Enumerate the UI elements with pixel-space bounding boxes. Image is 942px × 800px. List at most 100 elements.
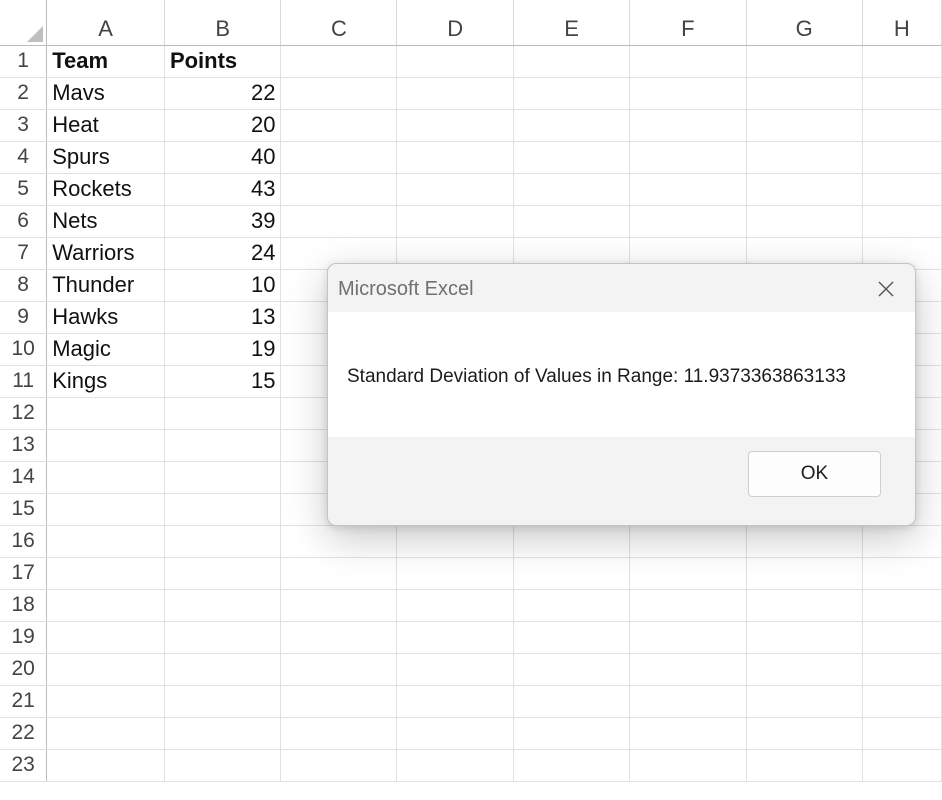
cell-b3[interactable]: 20 [164, 109, 282, 142]
cell-b14[interactable] [164, 461, 282, 494]
cell-b6[interactable]: 39 [164, 205, 282, 238]
cell-empty[interactable] [513, 109, 630, 142]
cell-b19[interactable] [164, 621, 282, 654]
row-header[interactable]: 8 [0, 269, 48, 302]
row-header[interactable]: 10 [0, 333, 48, 366]
cell-empty[interactable] [629, 717, 747, 750]
cell-empty[interactable] [513, 77, 630, 110]
cell-empty[interactable] [746, 749, 863, 782]
cell-empty[interactable] [396, 525, 515, 558]
row-header[interactable]: 4 [0, 141, 48, 174]
cell-a5[interactable]: Rockets [46, 173, 165, 206]
cell-a4[interactable]: Spurs [46, 141, 165, 174]
row-header[interactable]: 3 [0, 109, 48, 142]
cell-empty[interactable] [862, 525, 942, 558]
row-header[interactable]: 17 [0, 557, 48, 590]
cell-empty[interactable] [513, 589, 630, 622]
cell-empty[interactable] [513, 525, 630, 558]
cell-a20[interactable] [46, 653, 165, 686]
cell-empty[interactable] [396, 173, 515, 206]
cell-empty[interactable] [746, 45, 863, 78]
row-header[interactable]: 18 [0, 589, 48, 622]
cell-empty[interactable] [396, 685, 515, 718]
cell-empty[interactable] [280, 717, 398, 750]
cell-empty[interactable] [513, 717, 630, 750]
cell-a18[interactable] [46, 589, 165, 622]
cell-empty[interactable] [513, 557, 630, 590]
cell-empty[interactable] [396, 109, 515, 142]
cell-empty[interactable] [629, 77, 747, 110]
cell-empty[interactable] [746, 717, 863, 750]
row-header[interactable]: 2 [0, 77, 48, 110]
cell-a6[interactable]: Nets [46, 205, 165, 238]
cell-b16[interactable] [164, 525, 282, 558]
cell-empty[interactable] [746, 557, 863, 590]
cell-a11[interactable]: Kings [46, 365, 165, 398]
cell-empty[interactable] [862, 109, 942, 142]
column-header-f[interactable]: F [629, 0, 747, 46]
cell-empty[interactable] [280, 173, 398, 206]
cell-a15[interactable] [46, 493, 165, 526]
row-header[interactable]: 13 [0, 429, 48, 462]
cell-b9[interactable]: 13 [164, 301, 282, 334]
cell-a10[interactable]: Magic [46, 333, 165, 366]
row-header[interactable]: 22 [0, 717, 48, 750]
cell-a8[interactable]: Thunder [46, 269, 165, 302]
cell-empty[interactable] [396, 77, 515, 110]
cell-a1[interactable]: Team [46, 45, 165, 78]
ok-button[interactable]: OK [748, 451, 881, 497]
row-header[interactable]: 16 [0, 525, 48, 558]
cell-empty[interactable] [513, 621, 630, 654]
row-header[interactable]: 21 [0, 685, 48, 718]
cell-empty[interactable] [862, 589, 942, 622]
cell-empty[interactable] [280, 653, 398, 686]
row-header[interactable]: 14 [0, 461, 48, 494]
column-header-a[interactable]: A [46, 0, 165, 46]
cell-b13[interactable] [164, 429, 282, 462]
cell-a19[interactable] [46, 621, 165, 654]
cell-empty[interactable] [396, 589, 515, 622]
cell-empty[interactable] [396, 749, 515, 782]
cell-empty[interactable] [396, 717, 515, 750]
cell-b7[interactable]: 24 [164, 237, 282, 270]
cell-a12[interactable] [46, 397, 165, 430]
column-header-h[interactable]: H [862, 0, 942, 46]
cell-empty[interactable] [746, 141, 863, 174]
cell-empty[interactable] [280, 45, 398, 78]
cell-empty[interactable] [396, 141, 515, 174]
cell-empty[interactable] [629, 589, 747, 622]
cell-empty[interactable] [746, 205, 863, 238]
cell-empty[interactable] [513, 685, 630, 718]
cell-empty[interactable] [513, 749, 630, 782]
column-header-b[interactable]: B [164, 0, 282, 46]
row-header[interactable]: 19 [0, 621, 48, 654]
cell-a16[interactable] [46, 525, 165, 558]
cell-a13[interactable] [46, 429, 165, 462]
cell-empty[interactable] [629, 205, 747, 238]
cell-b1[interactable]: Points [164, 45, 282, 78]
cell-empty[interactable] [746, 525, 863, 558]
cell-empty[interactable] [746, 589, 863, 622]
cell-empty[interactable] [746, 621, 863, 654]
cell-a3[interactable]: Heat [46, 109, 165, 142]
cell-empty[interactable] [280, 749, 398, 782]
cell-empty[interactable] [280, 77, 398, 110]
cell-empty[interactable] [746, 173, 863, 206]
cell-b8[interactable]: 10 [164, 269, 282, 302]
cell-empty[interactable] [396, 653, 515, 686]
cell-empty[interactable] [629, 621, 747, 654]
cell-empty[interactable] [862, 653, 942, 686]
cell-empty[interactable] [862, 685, 942, 718]
cell-empty[interactable] [396, 45, 515, 78]
cell-empty[interactable] [629, 685, 747, 718]
cell-empty[interactable] [746, 77, 863, 110]
row-header[interactable]: 5 [0, 173, 48, 206]
cell-b18[interactable] [164, 589, 282, 622]
cell-a2[interactable]: Mavs [46, 77, 165, 110]
column-header-d[interactable]: D [396, 0, 515, 46]
cell-b15[interactable] [164, 493, 282, 526]
cell-b11[interactable]: 15 [164, 365, 282, 398]
row-header[interactable]: 9 [0, 301, 48, 334]
cell-empty[interactable] [862, 77, 942, 110]
cell-empty[interactable] [862, 205, 942, 238]
